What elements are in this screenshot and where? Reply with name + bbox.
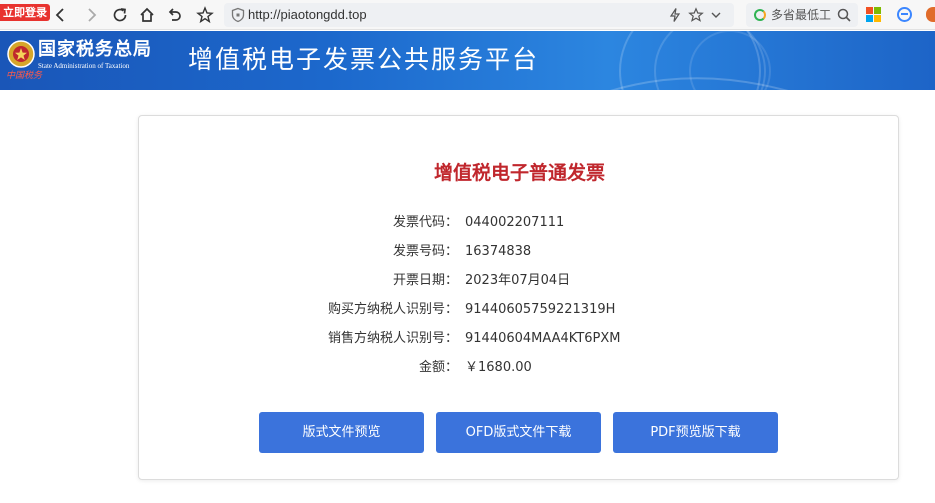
banner-decoration [610, 31, 789, 90]
agency-name-en: State Administration of Taxation [38, 62, 130, 70]
field-value: 91440604MAA4KT6PXM [465, 331, 621, 346]
chevron-down-icon[interactable] [710, 8, 722, 22]
shield-icon [231, 7, 245, 23]
field-label: 发票代码： [392, 215, 458, 230]
invoice-code-row: 发票代码： 044002207111 [139, 213, 900, 233]
field-value: 16374838 [465, 244, 532, 259]
lightning-icon[interactable] [667, 7, 683, 23]
address-bar[interactable]: http://piaotongdd.top [224, 3, 734, 27]
search-icon[interactable] [836, 7, 852, 23]
field-value: 91440605759221319H [465, 302, 616, 317]
invoice-card: 增值税电子普通发票 发票代码： 044002207111 发票号码： 16374… [138, 115, 899, 480]
invoice-number-row: 发票号码： 16374838 [139, 242, 900, 262]
field-value: 2023年07月04日 [465, 273, 571, 288]
field-label: 销售方纳税人识别号： [327, 331, 458, 346]
forward-button[interactable] [80, 4, 102, 26]
home-button[interactable] [136, 4, 158, 26]
issue-date-row: 开票日期： 2023年07月04日 [139, 271, 900, 291]
back-button[interactable] [50, 4, 72, 26]
reload-button[interactable] [109, 4, 131, 26]
star-icon [196, 6, 214, 24]
ofd-download-button[interactable]: OFD版式文件下载 [436, 412, 601, 453]
login-badge[interactable]: 立即登录 [0, 4, 50, 21]
invoice-title: 增值税电子普通发票 [433, 162, 605, 184]
field-label: 开票日期： [392, 273, 458, 288]
field-value: 044002207111 [465, 215, 565, 230]
tax-seal-text: 中国税务 [6, 71, 43, 81]
extension-icon[interactable] [926, 7, 935, 22]
reload-icon [113, 8, 127, 22]
site-banner: 国家税务总局 State Administration of Taxation … [0, 31, 935, 90]
home-icon [140, 7, 154, 22]
minus-circle-icon[interactable] [897, 7, 912, 22]
search-suggestion-text[interactable]: 多省最低工 [771, 7, 831, 23]
field-label: 金额： [418, 360, 458, 375]
apps-grid-icon[interactable] [866, 7, 881, 22]
undo-button[interactable] [164, 4, 186, 26]
back-icon [55, 8, 64, 22]
amount-row: 金额： ￥1680.00 [139, 358, 900, 378]
buyer-taxid-row: 购买方纳税人识别号： 91440605759221319H [139, 300, 900, 320]
field-label: 购买方纳税人识别号： [327, 302, 458, 317]
agency-name-cn: 国家税务总局 [38, 39, 152, 60]
seller-taxid-row: 销售方纳税人识别号： 91440604MAA4KT6PXM [139, 329, 900, 349]
field-value: ￥1680.00 [465, 360, 532, 375]
browser-toolbar: 立即登录 http://piaotongdd.top 多省最低工 [0, 0, 935, 30]
forward-icon [88, 8, 97, 22]
tax-emblem-icon [7, 40, 35, 68]
preview-file-button[interactable]: 版式文件预览 [259, 412, 424, 453]
search-engine-icon [754, 9, 766, 21]
bookmark-button[interactable] [194, 4, 216, 26]
field-label: 发票号码： [392, 244, 458, 259]
url-text[interactable]: http://piaotongdd.top [248, 6, 367, 24]
platform-title: 增值税电子发票公共服务平台 [188, 45, 540, 74]
undo-icon [168, 8, 181, 21]
pdf-download-button[interactable]: PDF预览版下载 [613, 412, 778, 453]
favorite-star-icon[interactable] [688, 7, 704, 23]
search-box[interactable]: 多省最低工 [746, 3, 858, 27]
